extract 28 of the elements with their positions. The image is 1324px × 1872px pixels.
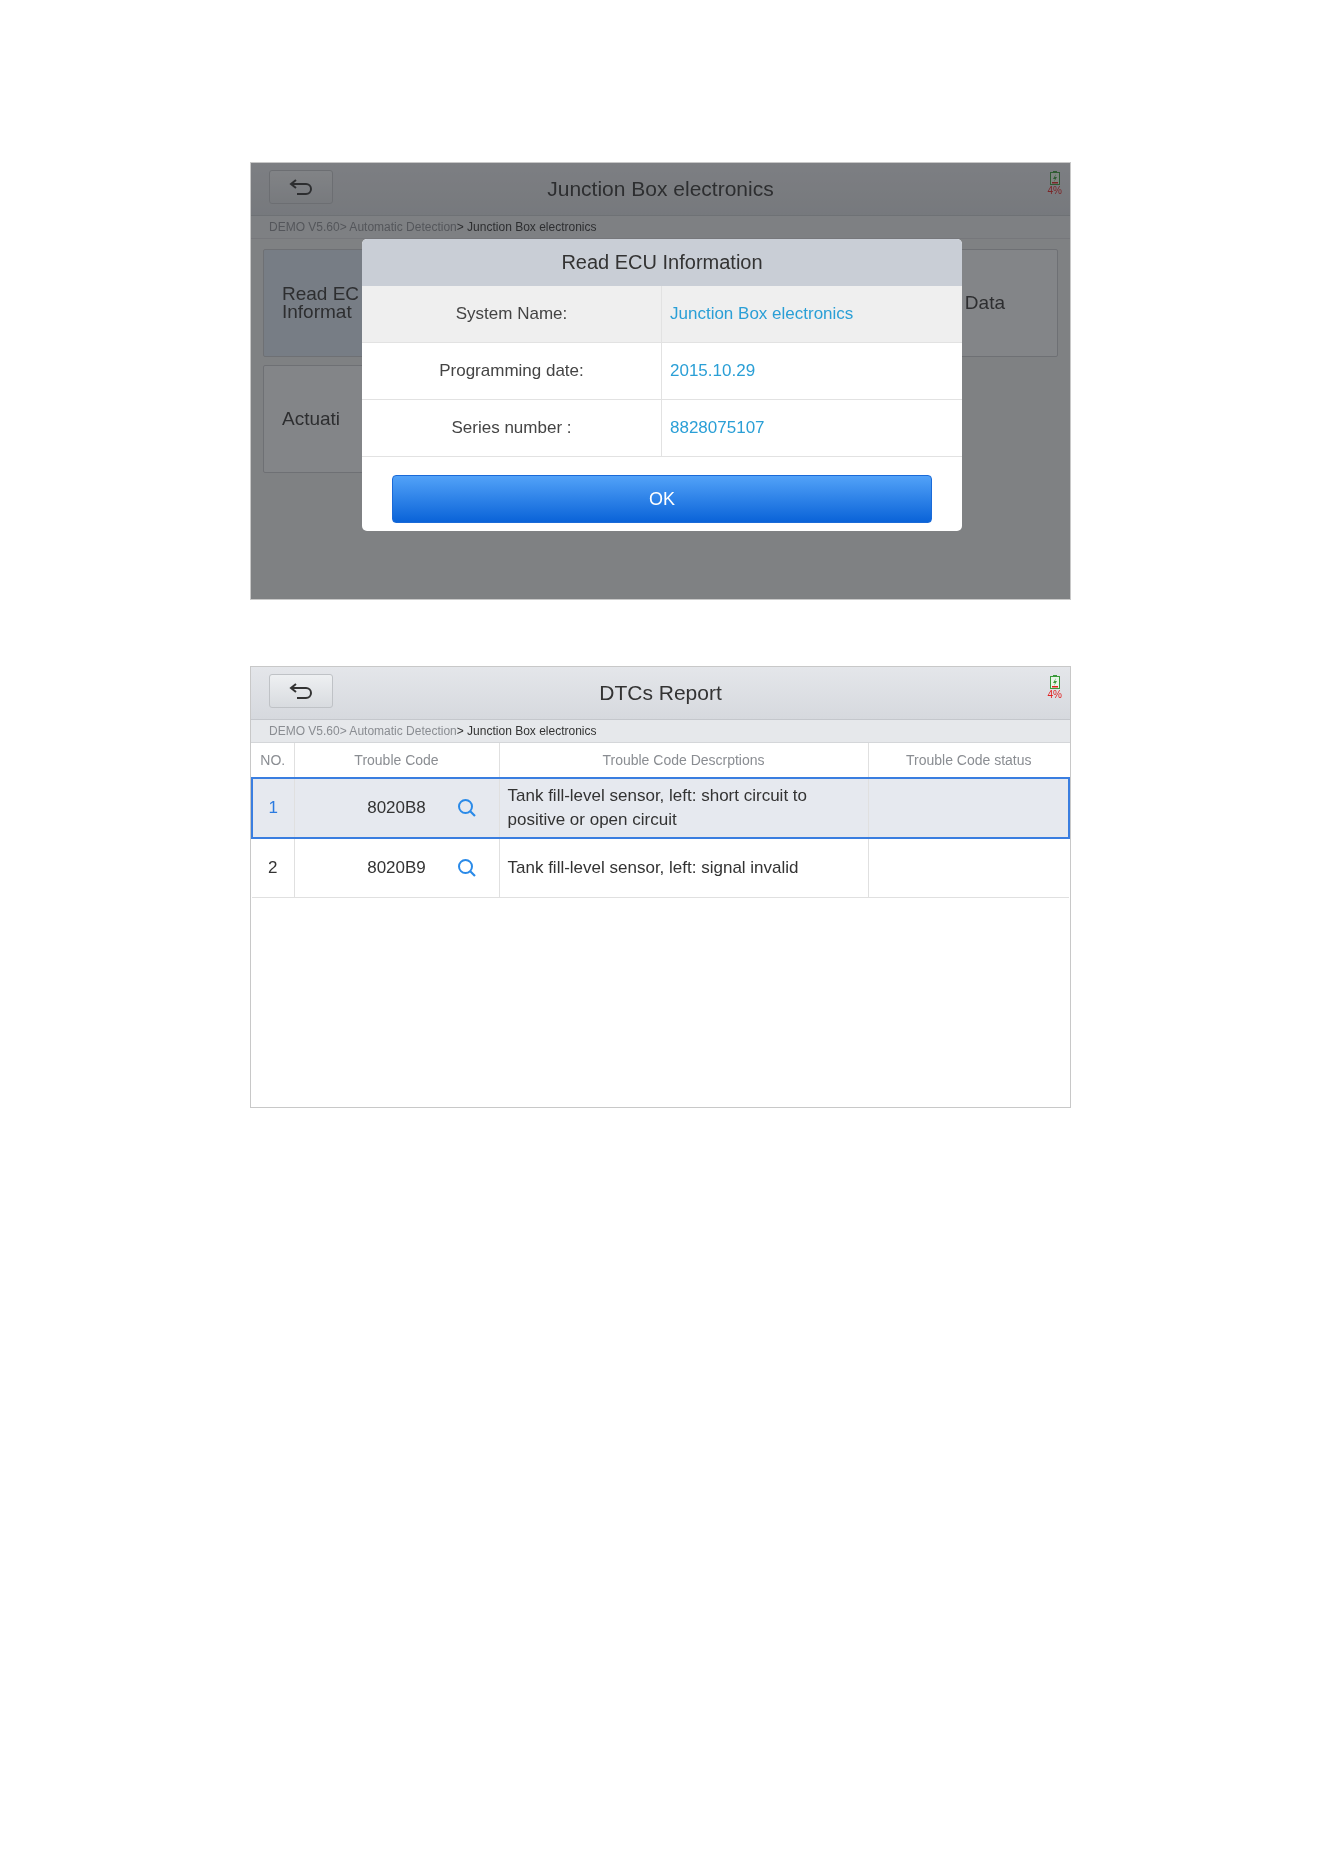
search-icon[interactable] xyxy=(456,798,477,818)
back-button[interactable] xyxy=(269,674,333,708)
trouble-code: 8020B8 xyxy=(294,778,499,838)
code-description: Tank fill-level sensor, left: signal invalid xyxy=(499,838,868,898)
battery-percent: 4% xyxy=(1047,185,1062,196)
code-description: Tank fill-level sensor, left: short circuit to positive or open circuit xyxy=(499,778,868,838)
screen-title: Junction Box electronics xyxy=(547,177,774,201)
ok-button[interactable]: OK xyxy=(392,475,932,523)
info-label: System Name: xyxy=(362,286,662,342)
dtc-row[interactable]: 2 8020B9 Tank fill-level sensor, left: signal invalid xyxy=(252,838,1069,898)
dialog-title: Read ECU Information xyxy=(362,239,962,286)
back-arrow-icon xyxy=(289,682,313,700)
info-value: 8828075107 xyxy=(669,417,766,439)
row-number: 2 xyxy=(252,838,294,898)
row-number: 1 xyxy=(252,778,294,838)
battery-icon xyxy=(1049,675,1060,689)
screen-title: DTCs Report xyxy=(599,681,722,705)
battery-icon xyxy=(1049,171,1060,185)
breadcrumb: DEMO V5.60> Automatic Detection> Junction Box electronics xyxy=(269,724,597,738)
info-value: 2015.10.29 xyxy=(669,360,757,382)
back-arrow-icon xyxy=(289,178,313,196)
info-label: Programming date: xyxy=(362,343,662,399)
battery-percent: 4% xyxy=(1047,689,1062,700)
search-icon[interactable] xyxy=(456,858,477,878)
trouble-code: 8020B9 xyxy=(294,838,499,898)
info-value: Junction Box electronics xyxy=(669,303,855,325)
dtc-row[interactable]: 1 8020B8 Tank fill-level sensor, left: short circuit to positive or open circuit xyxy=(252,778,1069,838)
info-label: Series number : xyxy=(362,400,662,456)
